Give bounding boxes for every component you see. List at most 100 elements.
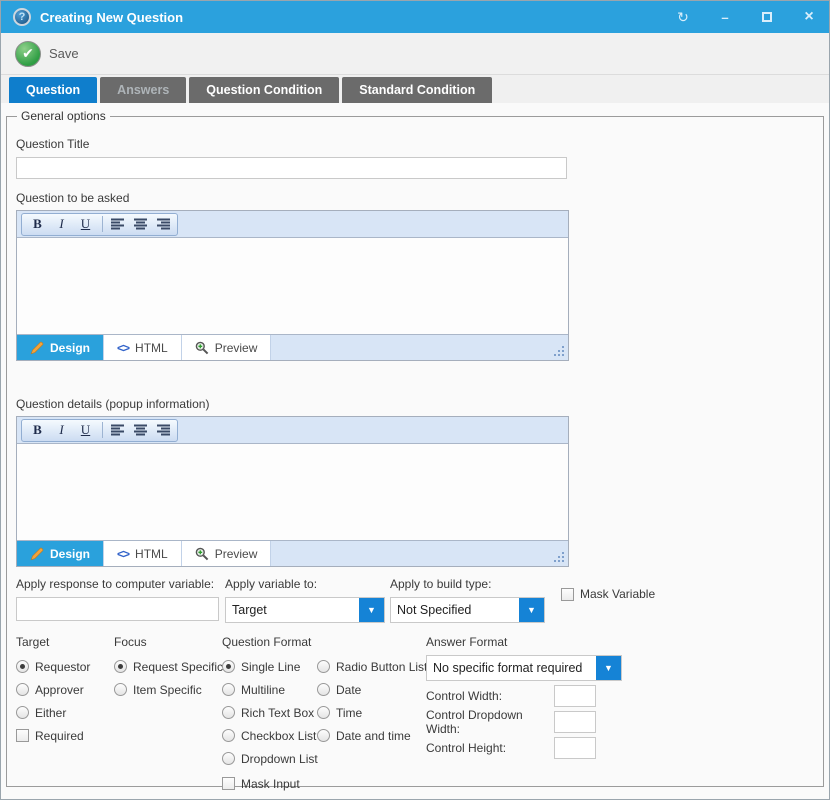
underline-button[interactable]: U xyxy=(75,215,96,234)
radio-approver[interactable]: Approver xyxy=(16,678,108,701)
tab-question-condition[interactable]: Question Condition xyxy=(189,77,339,103)
command-toolbar: ✔ Save xyxy=(1,33,829,75)
maximize-button[interactable] xyxy=(759,9,775,25)
radio-time[interactable]: Time xyxy=(317,701,434,724)
radio-date[interactable]: Date xyxy=(317,678,434,701)
radio-label: Date and time xyxy=(336,729,411,743)
radio-either[interactable]: Either xyxy=(16,701,108,724)
italic-button[interactable]: I xyxy=(51,421,72,440)
mask-input-checkbox[interactable]: Mask Input xyxy=(222,772,317,795)
radio-icon xyxy=(317,729,330,742)
align-right-icon[interactable] xyxy=(153,422,172,438)
help-glyph: ? xyxy=(19,11,26,23)
radio-icon xyxy=(222,706,235,719)
html-tab[interactable]: <> HTML xyxy=(104,541,182,566)
tab-content: General options Question Title Question … xyxy=(1,103,829,799)
radio-icon xyxy=(317,706,330,719)
align-left-icon[interactable] xyxy=(109,216,128,232)
resize-grip[interactable] xyxy=(562,354,564,356)
question-format-group: Question Format Single Line Multiline Ri… xyxy=(222,635,434,795)
chevron-down-icon[interactable]: ▼ xyxy=(596,656,621,680)
radio-item-specific[interactable]: Item Specific xyxy=(114,678,220,701)
resize-grip[interactable] xyxy=(562,560,564,562)
options-grid: Target Requestor Approver Either Require… xyxy=(16,635,814,800)
focus-group: Focus Request Specific Item Specific xyxy=(114,635,220,701)
help-icon[interactable]: ? xyxy=(13,8,31,26)
bold-button[interactable]: B xyxy=(27,421,48,440)
checkbox-icon xyxy=(16,729,29,742)
question-format-label: Question Format xyxy=(222,635,434,650)
radio-label: Dropdown List xyxy=(241,752,318,766)
radio-icon xyxy=(222,683,235,696)
radio-radio-button-list[interactable]: Radio Button List xyxy=(317,655,434,678)
radio-rich-text-box[interactable]: Rich Text Box xyxy=(222,701,317,724)
minimize-button[interactable]: – xyxy=(717,9,733,25)
radio-label: Single Line xyxy=(241,660,300,674)
align-right-icon[interactable] xyxy=(153,216,172,232)
focus-label: Focus xyxy=(114,635,220,650)
save-button[interactable]: ✔ Save xyxy=(15,41,79,67)
radio-icon xyxy=(114,683,127,696)
chevron-down-icon[interactable]: ▼ xyxy=(359,598,384,622)
radio-checkbox-list[interactable]: Checkbox List xyxy=(222,724,317,747)
preview-tab-label: Preview xyxy=(215,341,258,355)
control-dropdown-width-input[interactable] xyxy=(554,711,596,733)
preview-tab[interactable]: Preview xyxy=(182,541,272,566)
required-checkbox[interactable]: Required xyxy=(16,724,108,747)
answer-format-label: Answer Format xyxy=(426,635,726,650)
radio-request-specific[interactable]: Request Specific xyxy=(114,655,220,678)
toolbar-divider xyxy=(102,422,103,438)
preview-tab-label: Preview xyxy=(215,547,258,561)
design-tab[interactable]: Design xyxy=(17,335,104,360)
save-check-icon: ✔ xyxy=(15,41,41,67)
design-tab[interactable]: Design xyxy=(17,541,104,566)
radio-single-line[interactable]: Single Line xyxy=(222,655,317,678)
radio-icon xyxy=(16,706,29,719)
computer-variable-input[interactable] xyxy=(16,597,219,621)
richtext-editor-details: B I U Design <> xyxy=(16,416,569,567)
window-title: Creating New Question xyxy=(40,10,675,25)
code-icon: <> xyxy=(117,547,129,561)
tab-strip: Question Answers Question Condition Stan… xyxy=(1,75,829,103)
editor-body[interactable] xyxy=(17,238,568,334)
question-title-label: Question Title xyxy=(16,137,814,151)
chevron-down-icon[interactable]: ▼ xyxy=(519,598,544,622)
radio-label: Multiline xyxy=(241,683,285,697)
align-center-icon[interactable] xyxy=(131,216,150,232)
question-details-label: Question details (popup information) xyxy=(16,397,814,411)
control-width-input[interactable] xyxy=(554,685,596,707)
apply-build-type-value: Not Specified xyxy=(391,598,519,622)
answer-format-select[interactable]: No specific format required ▼ xyxy=(426,655,622,681)
apply-build-type-select[interactable]: Not Specified ▼ xyxy=(390,597,545,623)
radio-multiline[interactable]: Multiline xyxy=(222,678,317,701)
group-legend: General options xyxy=(17,109,110,123)
refresh-icon[interactable]: ↻ xyxy=(675,9,691,25)
tab-standard-condition[interactable]: Standard Condition xyxy=(342,77,492,103)
control-height-input[interactable] xyxy=(554,737,596,759)
close-button[interactable]: × xyxy=(801,9,817,25)
control-width-label: Control Width: xyxy=(426,689,554,703)
underline-button[interactable]: U xyxy=(75,421,96,440)
radio-date-and-time[interactable]: Date and time xyxy=(317,724,434,747)
radio-label: Either xyxy=(35,706,66,720)
bold-button[interactable]: B xyxy=(27,215,48,234)
question-title-input[interactable] xyxy=(16,157,567,179)
target-group: Target Requestor Approver Either Require… xyxy=(16,635,108,747)
radio-icon xyxy=(317,683,330,696)
preview-tab[interactable]: Preview xyxy=(182,335,272,360)
radio-requestor[interactable]: Requestor xyxy=(16,655,108,678)
editor-body[interactable] xyxy=(17,444,568,540)
apply-response-label: Apply response to computer variable: xyxy=(16,577,225,593)
radio-label: Checkbox List xyxy=(241,729,316,743)
tab-question[interactable]: Question xyxy=(9,77,97,103)
align-center-icon[interactable] xyxy=(131,422,150,438)
mask-variable-checkbox[interactable]: Mask Variable xyxy=(561,587,655,601)
italic-button[interactable]: I xyxy=(51,215,72,234)
apply-variable-to-label: Apply variable to: xyxy=(225,577,390,593)
editor-toolbar: B I U xyxy=(17,417,568,444)
html-tab[interactable]: <> HTML xyxy=(104,335,182,360)
align-left-icon[interactable] xyxy=(109,422,128,438)
apply-variable-to-select[interactable]: Target ▼ xyxy=(225,597,385,623)
control-height-label: Control Height: xyxy=(426,741,554,755)
radio-dropdown-list[interactable]: Dropdown List xyxy=(222,747,317,770)
